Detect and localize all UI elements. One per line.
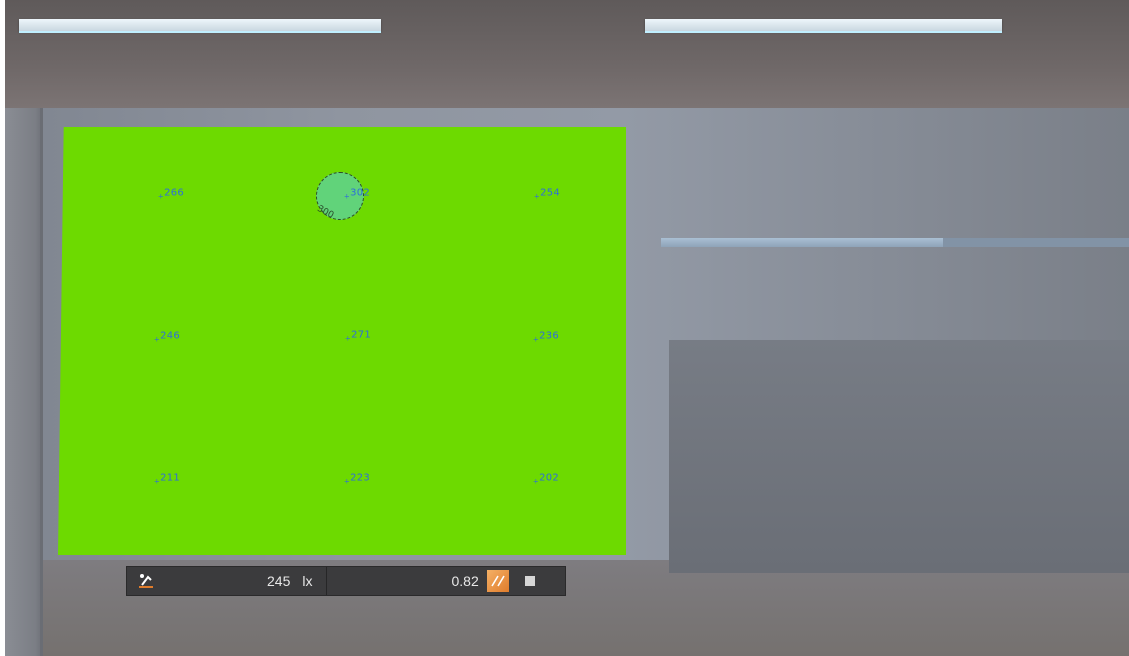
uniformity-value: 0.82	[451, 573, 479, 589]
stop-icon[interactable]	[524, 576, 535, 586]
calc-point[interactable]: 211	[154, 473, 180, 484]
calc-point[interactable]: 202	[533, 473, 559, 484]
calc-point[interactable]: 302	[344, 188, 370, 199]
calc-point[interactable]: 254	[534, 188, 560, 199]
shelf-shadow	[943, 238, 1129, 247]
luminaire-right[interactable]	[645, 19, 1002, 33]
pillar-edge	[40, 108, 43, 656]
calc-point[interactable]: 271	[345, 330, 371, 341]
3d-viewport[interactable]: 300 266 302 254 246 271 236 211 223 202 …	[0, 0, 1129, 656]
luminaire-glow	[19, 31, 381, 33]
calc-point[interactable]: 223	[344, 473, 370, 484]
toolbar-divider	[326, 567, 328, 595]
calc-point[interactable]: 246	[154, 331, 180, 342]
calculation-tool-icon[interactable]	[135, 570, 157, 592]
calc-point[interactable]: 266	[158, 188, 184, 199]
luminaire-glow	[645, 31, 1002, 33]
luminaire-left[interactable]	[19, 19, 381, 33]
cabinet[interactable]	[669, 340, 1129, 573]
result-toolbar: 245 lx 0.82	[126, 566, 566, 596]
calc-point[interactable]: 236	[533, 331, 559, 342]
wall-pillar	[5, 108, 43, 656]
uniformity-icon[interactable]	[486, 570, 509, 592]
illuminance-unit: lx	[302, 573, 313, 589]
average-illuminance-value: 245	[267, 573, 291, 589]
ceiling	[5, 0, 1129, 112]
